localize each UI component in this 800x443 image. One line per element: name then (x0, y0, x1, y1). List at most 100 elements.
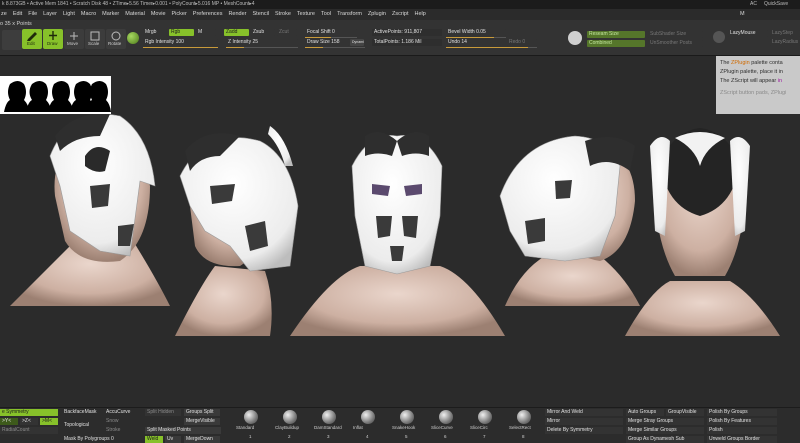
merge-stray-groups-button[interactable]: Merge Stray Groups (626, 418, 704, 425)
symmetry-button[interactable]: e Symmetry (0, 409, 58, 416)
radialcount-field[interactable]: RadialCount (0, 427, 58, 434)
mask-by-polygroups-field[interactable]: Mask By Polygroups 0 (62, 436, 117, 443)
draw-mode-button[interactable]: Draw (43, 29, 63, 49)
combined-button[interactable]: Combined (587, 40, 645, 47)
menu-item[interactable]: Macro (81, 11, 96, 17)
brush-sphere-icon[interactable] (361, 410, 375, 424)
mirror-and-weld-button[interactable]: Mirror And Weld (545, 409, 623, 416)
edit-button[interactable] (2, 30, 22, 50)
menu-item[interactable]: Marker (102, 11, 119, 17)
brush-sphere-icon[interactable] (400, 410, 414, 424)
focal-shift-slider[interactable]: Focal Shift 0 (305, 29, 357, 36)
lazymouse-icon[interactable] (713, 31, 725, 43)
brush-sphere-icon[interactable] (244, 410, 258, 424)
menu-item[interactable]: Texture (297, 11, 315, 17)
edit-label: Edit (27, 41, 35, 46)
menu-item[interactable]: Light (63, 11, 75, 17)
menu-item[interactable]: Edit (13, 11, 22, 17)
head-view-left-threequarter (10, 113, 170, 306)
status-ac[interactable]: AC (750, 0, 757, 9)
polish-slider[interactable]: Polish (707, 427, 777, 434)
backfacemask-button[interactable]: BackfaceMask (62, 409, 102, 416)
brush-sphere-icon[interactable] (517, 410, 531, 424)
lazymouse-button[interactable]: LazyMouse (728, 30, 768, 37)
subshader-size-field[interactable]: SubShader Size (648, 31, 703, 38)
menu-item[interactable]: ze (1, 11, 7, 17)
menu-item[interactable]: Transform (337, 11, 362, 17)
reseam-size-field[interactable]: Reseam Size (587, 31, 645, 38)
m-axis-toggle[interactable]: >M< (40, 418, 58, 425)
quicksave-button[interactable]: QuickSave (764, 0, 788, 9)
accucurve-button[interactable]: AccuCurve (104, 409, 140, 416)
scale-label: Scale (88, 41, 100, 46)
menu-item[interactable]: Stroke (275, 11, 291, 17)
menu-item[interactable]: Material (125, 11, 145, 17)
mirror-button[interactable]: Mirror (545, 418, 623, 425)
zplugin-icon[interactable] (568, 31, 582, 45)
group-as-dynamesh-button[interactable]: Group As Dynamesh Sub (626, 436, 704, 443)
group-visible-button[interactable]: GroupVisible (666, 409, 704, 416)
rgb-sphere-icon[interactable] (127, 32, 139, 44)
menu-item[interactable]: Render (228, 11, 246, 17)
menu-item[interactable]: Stencil (253, 11, 270, 17)
split-hidden-button[interactable]: Split Hidden (145, 409, 181, 416)
menu-item[interactable]: Movie (151, 11, 166, 17)
weld-toggle[interactable]: Weld (145, 436, 163, 443)
rotate-mode-button[interactable]: Rotate (106, 29, 126, 49)
brush-number: 7 (483, 434, 486, 439)
undo-button[interactable]: Undo 14 (446, 39, 501, 46)
edit-mode-button[interactable]: Edit (22, 29, 42, 49)
groups-split-button[interactable]: Groups Split (184, 409, 220, 416)
delete-by-symmetry-button[interactable]: Delete By Symmetry (545, 427, 623, 434)
auto-groups-button[interactable]: Auto Groups (626, 409, 664, 416)
brush-sphere-icon[interactable] (439, 410, 453, 424)
polish-by-groups-slider[interactable]: Polish By Groups (707, 409, 777, 416)
menu-item[interactable]: Tool (321, 11, 331, 17)
y-axis-toggle[interactable]: >Y< (0, 418, 18, 425)
unweld-groups-border-button[interactable]: Unweld Groups Border (707, 436, 777, 443)
brush-sphere-icon[interactable] (478, 410, 492, 424)
lazyradius-field[interactable]: LazyRadius (770, 39, 800, 46)
rgb-intensity-slider[interactable]: Rgb Intensity 100 (143, 39, 218, 46)
brush-sphere-icon[interactable] (283, 410, 297, 424)
rgb-button[interactable]: Rgb (169, 29, 194, 36)
menu-item[interactable]: Layer (43, 11, 57, 17)
tooltip-line-3: The ZScript will appear in (720, 78, 783, 84)
stroke-field[interactable]: Stroke (104, 427, 140, 434)
topological-button[interactable]: Topological (62, 422, 102, 429)
active-points-readout: ActivePoints: 911,807 (372, 29, 442, 36)
menu-item[interactable]: Preferences (193, 11, 223, 17)
merge-similar-groups-button[interactable]: Merge Similar Groups (626, 427, 704, 434)
lazystep-field[interactable]: LazyStep (770, 30, 800, 37)
menu-item[interactable]: Help (414, 11, 425, 17)
head-silhouettes (4, 81, 111, 112)
zadd-button[interactable]: Zadd (224, 29, 249, 36)
merge-down-button[interactable]: MergeDown (184, 436, 220, 443)
dynamic-toggle[interactable]: Dynamic (350, 39, 364, 46)
snow-field[interactable]: Snow (104, 418, 140, 425)
polish-by-features-slider[interactable]: Polish By Features (707, 418, 777, 425)
z-axis-toggle[interactable]: >Z< (20, 418, 38, 425)
draw-size-slider[interactable]: Draw Size 158 (305, 39, 349, 46)
m-button[interactable]: M (196, 29, 216, 36)
unsmoother-field[interactable]: UnSmoother Posts (648, 40, 703, 47)
move-mode-button[interactable]: Move (64, 29, 84, 49)
rotate-label: Rotate (108, 41, 122, 46)
menu-item[interactable]: File (28, 11, 37, 17)
menu-item[interactable]: Picker (172, 11, 187, 17)
brush-sphere-icon[interactable] (322, 410, 336, 424)
viewport-canvas[interactable] (0, 56, 800, 407)
menu-item[interactable]: Zplugin (368, 11, 386, 17)
redo-button[interactable]: Redo 0 (507, 39, 537, 46)
brush-number: 3 (327, 434, 330, 439)
mrgb-button[interactable]: Mrgb (143, 29, 167, 36)
bevel-width-slider[interactable]: Bevel Width 0.05 (446, 29, 506, 36)
zsub-button[interactable]: Zsub (251, 29, 275, 36)
scale-mode-button[interactable]: Scale (85, 29, 105, 49)
split-masked-points-button[interactable]: Split Masked Points (145, 427, 221, 434)
z-intensity-slider[interactable]: Z Intensity 25 (226, 39, 298, 46)
uv-toggle[interactable]: Uv (165, 436, 181, 443)
merge-visible-button[interactable]: MergeVisible (184, 418, 220, 425)
menu-item[interactable]: Zscript (392, 11, 409, 17)
zcut-button[interactable]: Zcut (277, 29, 297, 36)
